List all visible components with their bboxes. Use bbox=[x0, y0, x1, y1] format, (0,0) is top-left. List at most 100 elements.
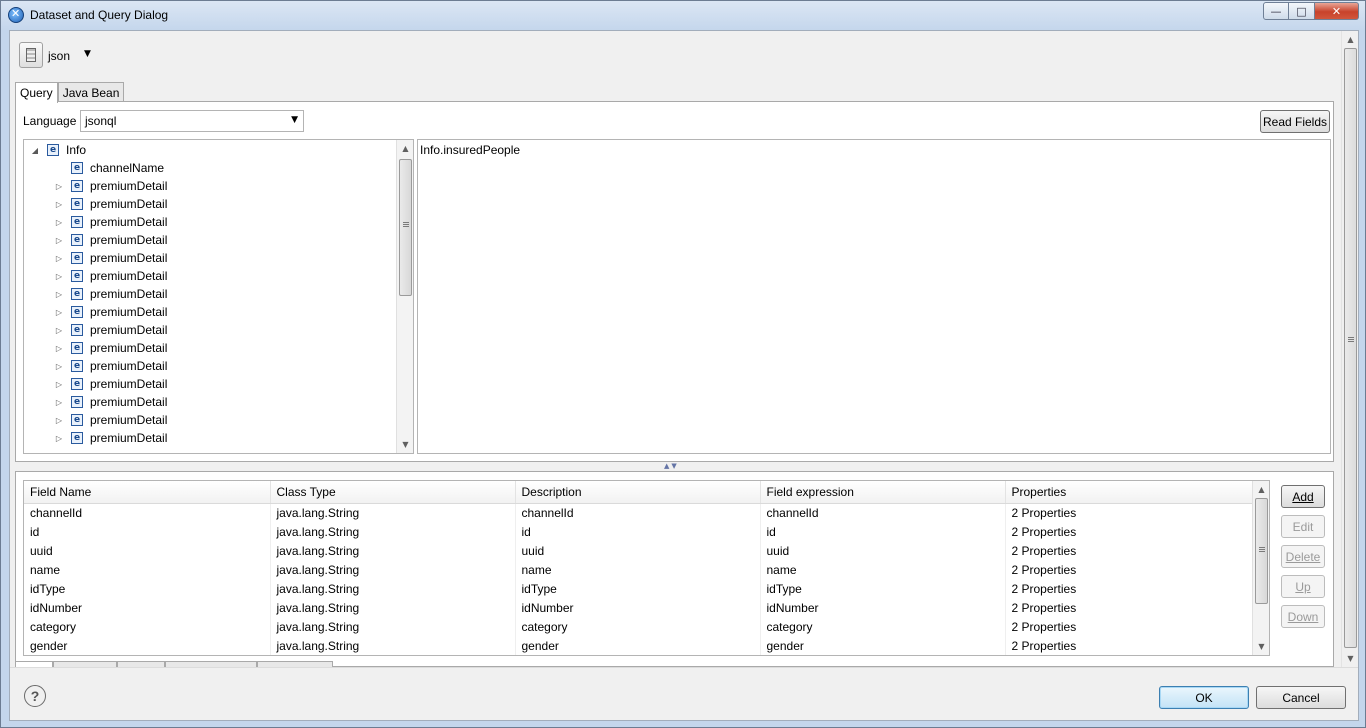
table-scrollbar[interactable]: ▲ ▼ bbox=[1252, 481, 1269, 655]
collapse-arrow-icon[interactable]: ◢ bbox=[29, 146, 41, 155]
table-cell[interactable]: name bbox=[515, 560, 761, 579]
cancel-button[interactable]: Cancel bbox=[1256, 686, 1346, 709]
tree-node-info[interactable]: ◢ e Info bbox=[29, 141, 86, 159]
ok-button[interactable]: OK bbox=[1159, 686, 1249, 709]
tree-node[interactable]: ▷ e premiumDetail bbox=[53, 321, 167, 339]
splitter-handle-icon[interactable]: ▲▼ bbox=[664, 462, 679, 470]
table-cell[interactable]: id bbox=[760, 522, 1006, 541]
table-cell[interactable]: id bbox=[515, 522, 761, 541]
tree-node[interactable]: ▷ e premiumDetail bbox=[53, 393, 167, 411]
tree-node[interactable]: ▷ e premiumDetail bbox=[53, 429, 167, 447]
table-cell[interactable]: 2 Properties bbox=[1005, 560, 1255, 579]
table-cell[interactable]: idNumber bbox=[760, 598, 1006, 617]
table-cell[interactable]: id bbox=[24, 522, 271, 541]
table-cell[interactable]: 2 Properties bbox=[1005, 598, 1255, 617]
table-cell[interactable]: java.lang.String bbox=[270, 636, 516, 655]
tree-node[interactable]: ▷ e premiumDetail bbox=[53, 177, 167, 195]
expand-arrow-icon[interactable]: ▷ bbox=[53, 398, 65, 407]
table-cell[interactable]: idType bbox=[515, 579, 761, 598]
scroll-up-icon[interactable]: ▲ bbox=[397, 140, 413, 157]
read-fields-button[interactable]: Read Fields bbox=[1260, 110, 1330, 133]
column-header[interactable]: Class Type bbox=[270, 481, 516, 504]
table-row[interactable]: idNumber java.lang.String idNumber idNumber… bbox=[24, 598, 1255, 617]
scroll-down-icon[interactable]: ▼ bbox=[1342, 650, 1358, 667]
expand-arrow-icon[interactable]: ▷ bbox=[53, 416, 65, 425]
column-header[interactable]: Field expression bbox=[760, 481, 1006, 504]
tree-node[interactable]: ▷ e premiumDetail bbox=[53, 339, 167, 357]
table-cell[interactable]: uuid bbox=[760, 541, 1006, 560]
table-row[interactable]: idType java.lang.String idType idType 2 Prop… bbox=[24, 579, 1255, 598]
scroll-down-icon[interactable]: ▼ bbox=[1253, 638, 1269, 655]
table-cell[interactable]: uuid bbox=[24, 541, 271, 560]
dialog-scrollbar[interactable]: ▲ ▼ bbox=[1341, 31, 1358, 667]
table-cell[interactable]: 2 Properties bbox=[1005, 579, 1255, 598]
tree-scrollbar[interactable]: ▲ ▼ bbox=[396, 140, 413, 453]
query-text-editor[interactable]: Info.insuredPeople bbox=[417, 139, 1331, 454]
close-button[interactable]: ✕ bbox=[1315, 2, 1359, 20]
table-cell[interactable]: 2 Properties bbox=[1005, 503, 1255, 522]
expand-arrow-icon[interactable]: ▷ bbox=[53, 272, 65, 281]
table-cell[interactable]: category bbox=[515, 617, 761, 636]
tree-node[interactable]: ▷ e premiumDetail bbox=[53, 375, 167, 393]
table-cell[interactable]: 2 Properties bbox=[1005, 522, 1255, 541]
table-row[interactable]: category java.lang.String category category… bbox=[24, 617, 1255, 636]
table-cell[interactable]: idNumber bbox=[515, 598, 761, 617]
table-cell[interactable]: java.lang.String bbox=[270, 541, 516, 560]
table-cell[interactable]: name bbox=[760, 560, 1006, 579]
table-cell[interactable]: java.lang.String bbox=[270, 522, 516, 541]
tab-query[interactable]: Query bbox=[15, 82, 58, 103]
tree-node[interactable]: ▷ e premiumDetail bbox=[53, 195, 167, 213]
table-cell[interactable]: channelId bbox=[515, 503, 761, 522]
expand-arrow-icon[interactable]: ▷ bbox=[53, 200, 65, 209]
schema-tree[interactable]: ◢ e Info e channelName ▷ e premiumDetail ▷ e premi… bbox=[23, 139, 414, 454]
minimize-button[interactable]: — bbox=[1263, 2, 1289, 20]
table-cell[interactable]: java.lang.String bbox=[270, 617, 516, 636]
tree-node[interactable]: ▷ e premiumDetail bbox=[53, 285, 167, 303]
table-cell[interactable]: gender bbox=[515, 636, 761, 655]
tree-node[interactable]: ▷ e premiumDetail bbox=[53, 231, 167, 249]
table-cell[interactable]: gender bbox=[760, 636, 1006, 655]
datasource-button[interactable] bbox=[19, 42, 43, 68]
table-cell[interactable]: gender bbox=[24, 636, 271, 655]
down-button[interactable]: Down bbox=[1281, 605, 1325, 628]
up-button[interactable]: Up bbox=[1281, 575, 1325, 598]
expand-arrow-icon[interactable]: ▷ bbox=[53, 236, 65, 245]
expand-arrow-icon[interactable]: ▷ bbox=[53, 182, 65, 191]
tree-node[interactable]: ▷ e premiumDetail bbox=[53, 267, 167, 285]
tree-node[interactable]: ▷ e premiumDetail bbox=[53, 249, 167, 267]
expand-arrow-icon[interactable]: ▷ bbox=[53, 380, 65, 389]
table-row[interactable]: channelId java.lang.String channelId channe… bbox=[24, 503, 1255, 522]
table-cell[interactable]: 2 Properties bbox=[1005, 617, 1255, 636]
tree-node[interactable]: ▷ e premiumDetail bbox=[53, 213, 167, 231]
table-cell[interactable]: idNumber bbox=[24, 598, 271, 617]
expand-arrow-icon[interactable]: ▷ bbox=[53, 290, 65, 299]
tab-java-bean[interactable]: Java Bean bbox=[57, 82, 125, 102]
expand-arrow-icon[interactable]: ▷ bbox=[53, 362, 65, 371]
column-header[interactable]: Field Name bbox=[24, 481, 271, 504]
tree-node[interactable]: ▷ e premiumDetail bbox=[53, 411, 167, 429]
expand-arrow-icon[interactable]: ▷ bbox=[53, 434, 65, 443]
table-cell[interactable]: java.lang.String bbox=[270, 560, 516, 579]
edit-button[interactable]: Edit bbox=[1281, 515, 1325, 538]
table-cell[interactable]: channelId bbox=[24, 503, 271, 522]
maximize-button[interactable]: □ bbox=[1289, 2, 1315, 20]
expand-arrow-icon[interactable]: ▷ bbox=[53, 218, 65, 227]
expand-arrow-icon[interactable]: ▷ bbox=[53, 308, 65, 317]
scroll-down-icon[interactable]: ▼ bbox=[397, 436, 413, 453]
fields-table[interactable]: Field Name Class Type Description Field exp… bbox=[23, 480, 1270, 656]
title-bar[interactable]: Dataset and Query Dialog — □ ✕ bbox=[1, 1, 1365, 29]
table-cell[interactable]: 2 Properties bbox=[1005, 541, 1255, 560]
language-select[interactable]: jsonql ▼ bbox=[80, 110, 304, 132]
tree-node[interactable]: e channelName bbox=[53, 159, 164, 177]
table-cell[interactable]: java.lang.String bbox=[270, 579, 516, 598]
help-icon[interactable]: ? bbox=[24, 685, 46, 707]
delete-button[interactable]: Delete bbox=[1281, 545, 1325, 568]
table-cell[interactable]: category bbox=[24, 617, 271, 636]
chevron-down-icon[interactable]: ▼ bbox=[84, 49, 91, 59]
table-row[interactable]: name java.lang.String name name 2 Properties bbox=[24, 560, 1255, 579]
table-cell[interactable]: uuid bbox=[515, 541, 761, 560]
table-cell[interactable]: category bbox=[760, 617, 1006, 636]
table-cell[interactable]: 2 Properties bbox=[1005, 636, 1255, 655]
column-header[interactable]: Properties bbox=[1005, 481, 1255, 504]
table-row[interactable]: uuid java.lang.String uuid uuid 2 Properties bbox=[24, 541, 1255, 560]
